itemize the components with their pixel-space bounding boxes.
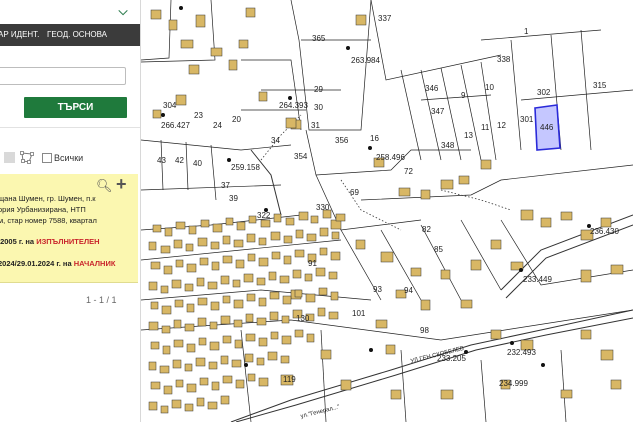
parcel-label: 98 (420, 326, 429, 335)
parcel-label: 315 (593, 81, 607, 90)
tab-cadastral-id[interactable]: АР ИДЕНТ. (0, 24, 39, 46)
filter-row: Всички (0, 150, 140, 168)
result-status-state: НАЧАЛНИК (73, 259, 116, 268)
parcel-label: 16 (370, 134, 379, 143)
parcel-label: 302 (537, 88, 551, 97)
results-list: 🔍︎ + щана Шумен, гр. Шумен, п.к ория Урб… (0, 174, 138, 283)
parcel-label: 34 (271, 136, 280, 145)
parcel-label: 101 (352, 309, 366, 318)
left-panel: ⌵ АР ИДЕНТ. ГЕОД. ОСНОВА ТЪРСИ Всички 🔍︎… (0, 0, 141, 422)
parcel-label: 42 (175, 156, 184, 165)
elevation-label: 234.999 (499, 379, 528, 388)
panel-topbar: ⌵ (0, 0, 140, 24)
parcel-label: 130 (296, 314, 310, 323)
elevation-label: 263.984 (351, 56, 380, 65)
all-checkbox[interactable] (42, 153, 52, 163)
buildings (150, 7, 624, 400)
parcel-label: 94 (404, 286, 413, 295)
parcel-label: 348 (441, 141, 455, 150)
cadastral-map[interactable]: 337 365 1 338 346 9 10 302 315 347 301 4… (141, 0, 633, 422)
parcel-label: 12 (497, 121, 506, 130)
parcel-label: 69 (350, 188, 359, 197)
parcel-label: 23 (194, 111, 203, 120)
search-input[interactable] (0, 67, 126, 85)
result-status-state: ИЗПЪЛНИТЕЛЕН (36, 237, 100, 246)
chevron-down-icon[interactable]: ⌵ (116, 4, 130, 18)
parcel-label: 356 (335, 136, 349, 145)
parcel-label: 446 (540, 123, 554, 132)
pager: 1 - 1 / 1 (86, 295, 117, 305)
result-status-line: .2005 г. на ИЗПЪЛНИТЕЛЕН (0, 237, 100, 246)
parcel-label: 9 (461, 91, 466, 100)
plus-icon[interactable]: + (116, 174, 127, 195)
search-button[interactable]: ТЪРСИ (24, 97, 127, 118)
parcel-label: 82 (422, 225, 431, 234)
parcel-label: 39 (229, 194, 238, 203)
filter-all-label: Всички (54, 153, 84, 163)
tab-geodetic-base[interactable]: ГЕОД. ОСНОВА (47, 24, 107, 46)
parcel-label: 10 (485, 83, 494, 92)
parcel-label: 29 (314, 85, 323, 94)
parcel-label: 93 (373, 285, 382, 294)
parcel-label: 40 (193, 159, 202, 168)
parcel-label: 30 (314, 103, 323, 112)
result-text-line: щана Шумен, гр. Шумен, п.к (0, 194, 96, 203)
elevation-label: 258.496 (376, 153, 405, 162)
parcel-label: 85 (434, 245, 443, 254)
result-status-line: 2024/29.01.2024 г. на НАЧАЛНИК (0, 259, 115, 268)
parcel-label: 337 (378, 14, 392, 23)
parcel-label: 1 (524, 27, 529, 36)
parcel-label: 304 (163, 101, 177, 110)
result-status-date: 2024/29.01.2024 г. на (0, 259, 72, 268)
parcel-label: 31 (311, 121, 320, 130)
parcel-label: 72 (404, 167, 413, 176)
parcel-label: 322 (257, 211, 271, 220)
panel-tabs: АР ИДЕНТ. ГЕОД. ОСНОВА (0, 24, 140, 46)
elevation-label: 259.158 (231, 163, 260, 172)
parcel-label: 365 (312, 34, 326, 43)
street-label: ул."Генерал..." (300, 404, 341, 420)
result-text-line: м, стар номер 7588, квартал (0, 216, 97, 225)
parcel-label: 37 (221, 181, 230, 190)
parcel-label: 20 (232, 115, 241, 124)
divider (0, 127, 140, 128)
parcel-label: 11 (481, 123, 490, 132)
parcel-label: 330 (316, 203, 330, 212)
polygon-select-icon[interactable] (19, 150, 35, 166)
elevation-label: 236.430 (590, 227, 619, 236)
elevation-label: 266.427 (161, 121, 190, 130)
parcel-boundaries (141, 0, 633, 422)
parcel-label: 301 (520, 115, 534, 124)
elevation-label: 232.493 (507, 348, 536, 357)
parcel-label: 13 (464, 131, 473, 140)
parcel-label: 347 (431, 107, 445, 116)
result-status-date: .2005 г. на (0, 237, 35, 246)
elevation-label: 264.393 (279, 101, 308, 110)
parcel-label: 91 (308, 259, 317, 268)
parcel-label: 43 (157, 156, 166, 165)
map-canvas[interactable]: 337 365 1 338 346 9 10 302 315 347 301 4… (141, 0, 633, 422)
parcel-label: 354 (294, 152, 308, 161)
result-text-line: ория Урбанизирана, НТП (0, 205, 86, 214)
elevation-label: 233.449 (523, 275, 552, 284)
path-lines (260, 114, 512, 231)
parcel-label: 24 (213, 121, 222, 130)
search-icon[interactable]: 🔍︎ (96, 178, 113, 194)
parcel-label: 346 (425, 84, 439, 93)
parcel-label: 119 (283, 375, 296, 384)
rectangle-select-icon[interactable] (4, 152, 15, 163)
parcel-label: 338 (497, 55, 511, 64)
